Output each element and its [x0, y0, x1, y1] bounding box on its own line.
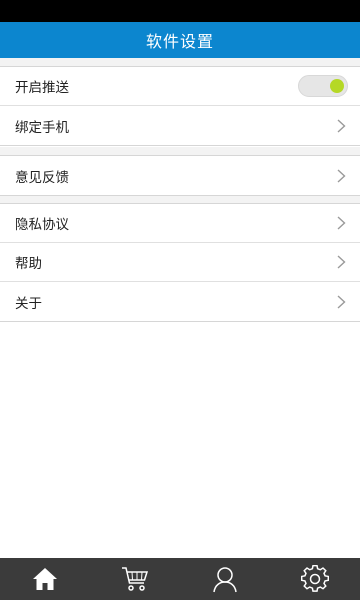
bottom-tab-bar — [0, 558, 360, 600]
tab-home[interactable] — [0, 558, 90, 600]
app-header: 软件设置 — [0, 22, 360, 58]
chevron-right-icon — [334, 293, 348, 311]
user-icon — [213, 567, 237, 593]
about-row[interactable]: 关于 — [0, 282, 360, 321]
push-setting-row: 开启推送 — [0, 67, 360, 106]
chevron-right-icon — [334, 167, 348, 185]
settings-content: 开启推送 绑定手机 意见反馈 隐私协议 帮助 关于 — [0, 58, 360, 558]
tab-cart[interactable] — [90, 558, 180, 600]
privacy-label: 隐私协议 — [15, 217, 69, 233]
privacy-row[interactable]: 隐私协议 — [0, 204, 360, 243]
page-title: 软件设置 — [145, 32, 214, 51]
status-bar — [0, 0, 360, 22]
push-toggle[interactable] — [298, 75, 348, 97]
chevron-right-icon — [334, 253, 348, 271]
gear-icon — [301, 565, 329, 592]
tab-settings[interactable] — [270, 558, 360, 600]
help-label: 帮助 — [15, 256, 42, 272]
toggle-knob — [330, 79, 344, 93]
help-row[interactable]: 帮助 — [0, 243, 360, 282]
push-setting-label: 开启推送 — [15, 80, 69, 96]
home-icon — [33, 568, 57, 590]
settings-group-account: 开启推送 绑定手机 — [0, 66, 360, 146]
section-gap — [0, 58, 360, 66]
settings-group-feedback: 意见反馈 — [0, 155, 360, 196]
chevron-right-icon — [334, 117, 348, 135]
cart-icon — [122, 567, 149, 591]
feedback-row[interactable]: 意见反馈 — [0, 156, 360, 195]
feedback-label: 意见反馈 — [15, 169, 69, 186]
about-label: 关于 — [15, 295, 42, 312]
tab-user[interactable] — [180, 558, 270, 600]
settings-group-info: 隐私协议 帮助 关于 — [0, 203, 360, 322]
chevron-right-icon — [334, 214, 348, 232]
bind-phone-label: 绑定手机 — [15, 119, 69, 136]
bind-phone-row[interactable]: 绑定手机 — [0, 106, 360, 145]
